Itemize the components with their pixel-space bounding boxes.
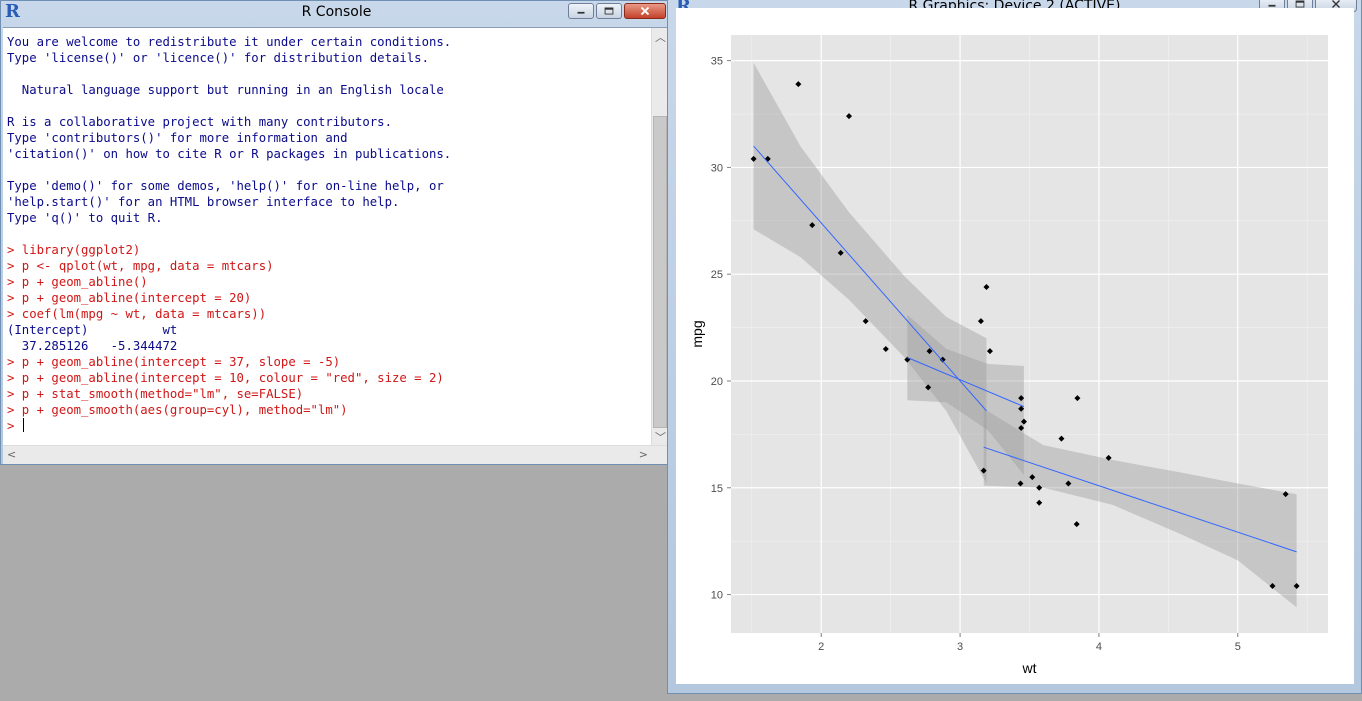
x-tick-label: 2 <box>818 641 824 653</box>
console-input-line: > p + stat_smooth(method="lm", se=FALSE) <box>7 387 304 401</box>
console-output-line: Type 'q()' to quit R. <box>7 211 163 225</box>
console-output-line: 'citation()' on how to cite R or R packa… <box>7 147 452 161</box>
scroll-right-icon[interactable]: > <box>639 448 648 461</box>
console-input-line: > p <- qplot(wt, mpg, data = mtcars) <box>7 259 274 273</box>
scroll-thumb[interactable] <box>653 116 667 428</box>
maximize-button[interactable] <box>596 3 622 19</box>
y-tick-label: 20 <box>711 376 723 388</box>
console-output-line: You are welcome to redistribute it under… <box>7 35 452 49</box>
console-output-line: Natural language support but running in … <box>7 83 444 97</box>
console-prompt[interactable]: > <box>7 418 451 434</box>
console-input-line: > library(ggplot2) <box>7 243 141 257</box>
y-tick-label: 30 <box>711 162 723 174</box>
scatter-plot: 2 3 4 5 10 15 20 25 30 35 wt mpg <box>689 35 1328 676</box>
y-tick-label: 25 <box>711 269 723 281</box>
prompt-symbol: > <box>7 419 22 433</box>
console-output-line: R is a collaborative project with many c… <box>7 115 392 129</box>
console-output-line: Type 'license()' or 'licence()' for dist… <box>7 51 429 65</box>
console-output-line: 37.285126 -5.344472 <box>7 339 185 353</box>
r-graphics-window: R R Graphics: Device 2 (ACTIVE) 23451015… <box>667 0 1362 694</box>
scroll-up-icon[interactable]: ︿ <box>655 29 666 45</box>
console-text[interactable]: You are welcome to redistribute it under… <box>7 34 451 434</box>
text-cursor <box>22 418 24 432</box>
y-tick-label: 10 <box>711 590 723 602</box>
console-input-line: > p + geom_abline() <box>7 275 148 289</box>
console-input-line: > p + geom_abline(intercept = 37, slope … <box>7 355 341 369</box>
console-output-line: (Intercept) wt <box>7 323 185 337</box>
console-titlebar[interactable]: R R Console <box>1 1 672 25</box>
console-input-line: > p + geom_abline(intercept = 10, colour… <box>7 371 444 385</box>
close-button[interactable] <box>624 3 666 19</box>
minimize-button[interactable] <box>568 3 594 19</box>
scroll-down-icon[interactable]: ﹀ <box>655 429 666 445</box>
plot-device-area: 2 3 4 5 10 15 20 25 30 35 wt mpg <box>676 8 1354 684</box>
console-output-area[interactable]: You are welcome to redistribute it under… <box>3 27 670 464</box>
scroll-left-icon[interactable]: < <box>7 448 16 461</box>
y-tick-label: 35 <box>711 56 723 68</box>
horizontal-scrollbar[interactable]: < > <box>3 445 670 464</box>
x-tick-label: 3 <box>957 641 963 653</box>
y-tick-label: 15 <box>711 483 723 495</box>
r-console-window: R R Console You are welcome to redistrib… <box>0 0 673 465</box>
x-tick-label: 4 <box>1096 641 1102 653</box>
console-window-controls <box>568 3 666 19</box>
console-input-line: > p + geom_abline(intercept = 20) <box>7 291 252 305</box>
console-output-line: 'help.start()' for an HTML browser inter… <box>7 195 400 209</box>
console-output-line: Type 'contributors()' for more informati… <box>7 131 348 145</box>
vertical-scrollbar[interactable]: ︿ ﹀ <box>651 28 668 446</box>
console-input-line: > p + geom_smooth(aes(group=cyl), method… <box>7 403 348 417</box>
console-input-line: > coef(lm(mpg ~ wt, data = mtcars)) <box>7 307 267 321</box>
x-axis-label: wt <box>1022 660 1037 676</box>
console-output-line: Type 'demo()' for some demos, 'help()' f… <box>7 179 444 193</box>
x-tick-label: 5 <box>1235 641 1241 653</box>
y-axis-label: mpg <box>689 320 705 347</box>
